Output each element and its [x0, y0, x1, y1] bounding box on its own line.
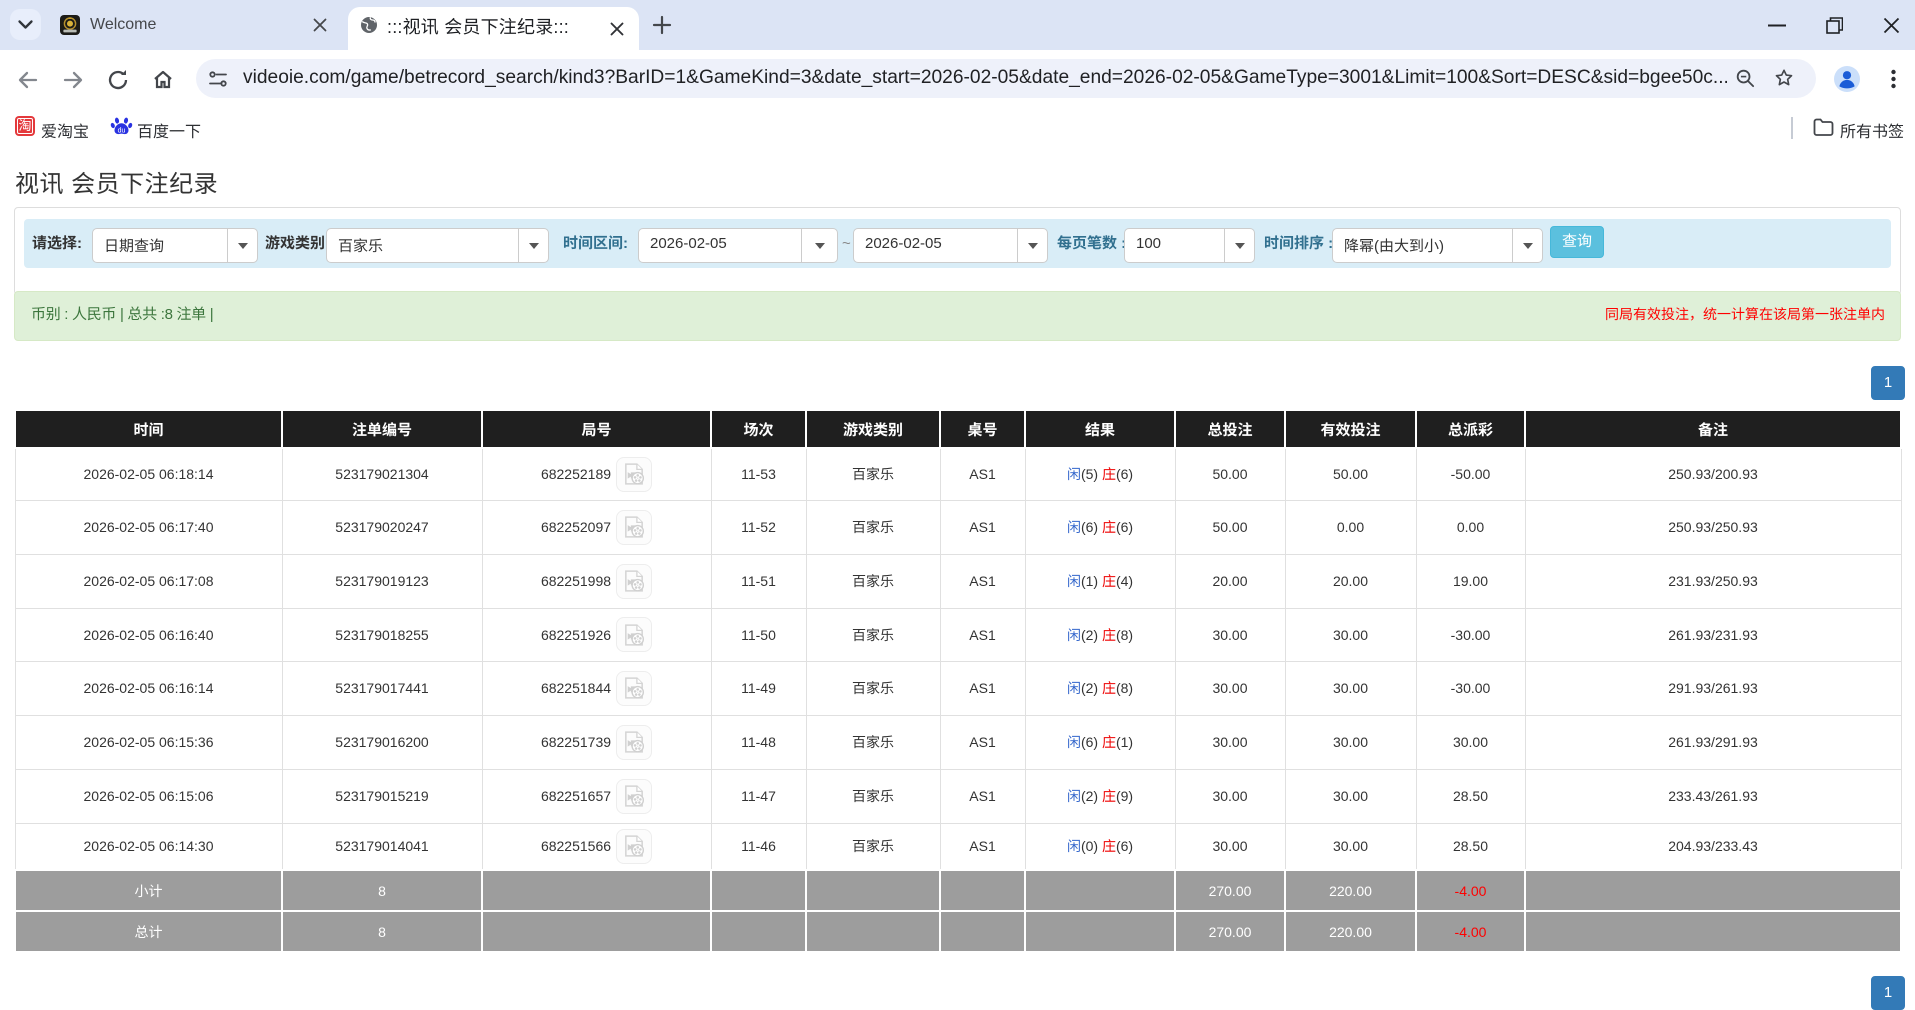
- svg-text:du: du: [118, 128, 126, 135]
